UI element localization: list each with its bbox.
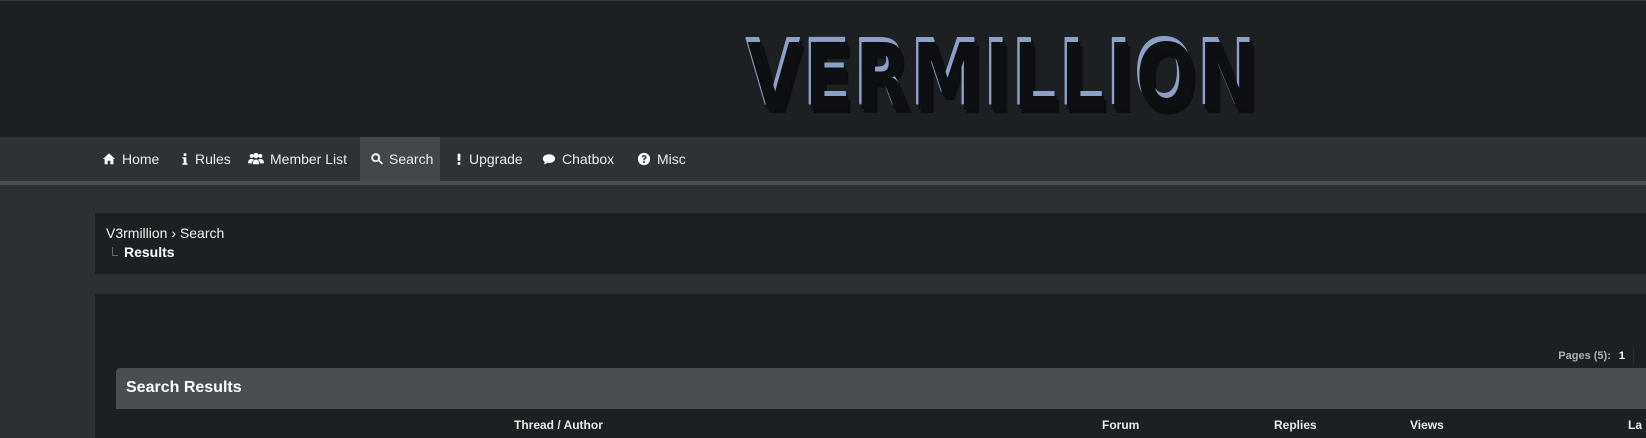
- nav-item-label: Misc: [657, 151, 686, 167]
- nav-divider: [0, 181, 1646, 185]
- question-circle-icon: [636, 151, 652, 167]
- column-thread-author[interactable]: Thread / Author: [514, 418, 603, 432]
- breadcrumb-current: Results: [124, 244, 175, 260]
- column-views[interactable]: Views: [1410, 418, 1444, 432]
- breadcrumb-tree-line: [112, 247, 118, 256]
- results-title: Search Results: [126, 379, 242, 396]
- pagination: Pages (5): 1: [1558, 348, 1634, 364]
- comment-icon: [541, 151, 557, 167]
- main-navigation: Home Rules Member List Search Upgrade Ch…: [0, 137, 1646, 181]
- column-forum[interactable]: Forum: [1102, 418, 1139, 432]
- nav-item-label: Search: [389, 151, 434, 167]
- users-icon: [247, 151, 265, 167]
- breadcrumb: V3rmillion › Search Results: [95, 213, 1646, 274]
- nav-item-label: Member List: [270, 151, 348, 167]
- pagination-divider: [1633, 348, 1634, 364]
- results-column-headers: Thread / Author Forum Replies Views La: [116, 409, 1646, 438]
- search-icon: [370, 151, 384, 167]
- nav-item-chatbox[interactable]: Chatbox: [531, 137, 624, 181]
- column-replies[interactable]: Replies: [1274, 418, 1317, 432]
- breadcrumb-separator: ›: [171, 225, 177, 241]
- nav-item-search[interactable]: Search: [360, 137, 440, 181]
- nav-item-member-list[interactable]: Member List: [237, 137, 357, 181]
- site-logo[interactable]: VERMILLION: [745, 19, 1256, 129]
- nav-item-upgrade[interactable]: Upgrade: [444, 137, 533, 181]
- column-last-post[interactable]: La: [1628, 418, 1642, 432]
- breadcrumb-link-search[interactable]: Search: [180, 225, 224, 241]
- nav-item-label: Home: [122, 151, 160, 167]
- exclamation-icon: [454, 151, 464, 167]
- nav-item-rules[interactable]: Rules: [170, 137, 241, 181]
- breadcrumb-link-root[interactable]: V3rmillion: [106, 225, 167, 241]
- home-icon: [101, 151, 117, 167]
- nav-item-misc[interactable]: Misc: [626, 137, 696, 181]
- pagination-current-page: 1: [1618, 350, 1625, 362]
- main-content: Pages (5): 1 Search Results Thread / Aut…: [95, 294, 1646, 438]
- nav-item-home[interactable]: Home: [91, 137, 169, 181]
- nav-item-label: Rules: [195, 151, 231, 167]
- pagination-label: Pages (5):: [1558, 350, 1611, 362]
- breadcrumb-trail: V3rmillion › Search: [106, 225, 224, 241]
- site-header: VERMILLION: [0, 0, 1646, 137]
- nav-item-label: Chatbox: [562, 151, 615, 167]
- results-panel-header: Search Results: [116, 368, 1646, 409]
- info-icon: [180, 151, 190, 167]
- nav-item-label: Upgrade: [469, 151, 523, 167]
